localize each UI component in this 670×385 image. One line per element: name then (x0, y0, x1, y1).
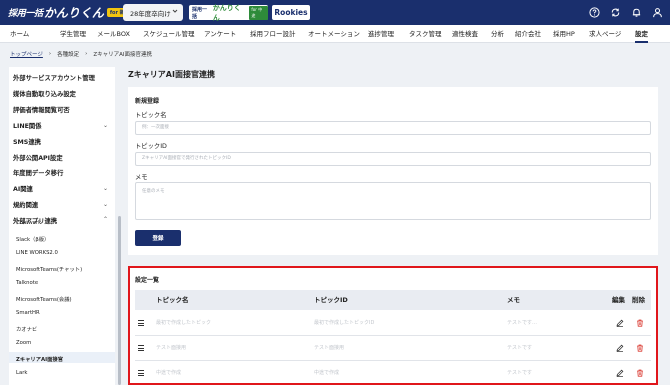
sidebar-sub-zoom[interactable]: Zoom (16, 340, 31, 346)
sidebar-sub-slack[interactable]: Slack（β版） (16, 235, 49, 243)
nav-recruit-hp[interactable]: 採用HP (553, 25, 575, 43)
user-icon[interactable] (651, 6, 664, 19)
highlight-annotation-box (128, 266, 658, 385)
logo-text-1: 採用一括 (8, 9, 43, 19)
breadcrumb-settings[interactable]: 各種設定 (57, 50, 79, 58)
breadcrumb-separator-icon: › (85, 51, 88, 57)
rookies-banner[interactable]: Rookies (272, 5, 310, 20)
sidebar-scrollbar[interactable] (118, 216, 121, 385)
help-icon[interactable] (588, 6, 601, 19)
nav-agencies[interactable]: 紹介会社 (515, 25, 541, 43)
header-icons (588, 6, 664, 19)
nav-automation[interactable]: オートメーション (308, 25, 360, 43)
sidebar-item-media-import[interactable]: 媒体自動取り込み設定 (13, 89, 76, 98)
nav-progress[interactable]: 進捗管理 (368, 25, 394, 43)
sidebar-sub-lineworks[interactable]: LINE WORKS2.0 (16, 250, 58, 256)
sidebar-sub-teams-meeting[interactable]: MicrosoftTeams(会議) (16, 295, 72, 303)
sidebar-sub-zcareer-ai-active[interactable]: ZキャリアAI面接官 (16, 355, 63, 363)
register-section-title: 新規登録 (135, 98, 160, 105)
sidebar-item-data-migration[interactable]: 年度間データ移行 (13, 168, 63, 177)
sidebar-sub-lark[interactable]: Lark (16, 370, 27, 376)
topic-name-label: トピック名 (135, 112, 167, 119)
sidebar-item-sms[interactable]: SMS連携 (13, 137, 41, 146)
sidebar-item-external-accounts[interactable]: 外部サービスアカウント管理 (13, 73, 95, 82)
nav-students[interactable]: 学生管理 (60, 25, 86, 43)
nav-tasks[interactable]: タスク管理 (409, 25, 442, 43)
main-nav: ホーム 学生管理 メールBOX スケジュール管理 アンケート 採用フロー設計 オ… (0, 25, 670, 43)
register-card (128, 87, 658, 255)
breadcrumb: トップページ › 各種設定 › ZキャリアAI面接官連携 (10, 50, 152, 58)
register-button[interactable]: 登録 (135, 230, 181, 246)
sidebar-sub-chatwork[interactable]: Chatwork (16, 220, 41, 226)
year-select[interactable]: 28年度卒向け (123, 4, 183, 21)
nav-mailbox[interactable]: メールBOX (97, 25, 130, 43)
banner1-text-2: かんりくん (212, 3, 241, 22)
topic-id-input[interactable]: ZキャリアAI面接官で発行されたトピックID (135, 152, 651, 166)
rookies-text: Rookies (274, 8, 308, 17)
sidebar-sub-talknote[interactable]: Talknote (16, 280, 38, 286)
nav-job-page[interactable]: 求人ページ (589, 25, 621, 43)
memo-label: メモ (135, 174, 148, 181)
nav-schedule[interactable]: スケジュール管理 (143, 25, 195, 43)
topic-name-input[interactable]: 例：一次面接 (135, 121, 651, 135)
sidebar-sub-teams-chat[interactable]: MicrosoftTeams(チャット) (16, 265, 82, 273)
memo-textarea[interactable]: 任意のメモ (135, 182, 651, 220)
breadcrumb-current: ZキャリアAI面接官連携 (93, 52, 152, 58)
topic-id-label: トピックID (135, 143, 167, 150)
banner1-tag: for 中途 (249, 5, 268, 20)
app-logo[interactable]: 採用一括 かんりくん for 新卒 (8, 4, 133, 21)
breadcrumb-top[interactable]: トップページ (10, 50, 43, 58)
nav-aptitude[interactable]: 適性検査 (452, 25, 478, 43)
sidebar-item-public-api[interactable]: 外部公開API設定 (13, 153, 63, 162)
nav-recruit-flow[interactable]: 採用フロー設計 (250, 25, 296, 43)
settings-sidebar: 外部サービスアカウント管理 媒体自動取り込み設定 評価者情報閲覧可否 LINE関… (9, 67, 115, 385)
sidebar-item-line[interactable]: LINE関係 (13, 121, 42, 130)
sidebar-sub-kaonavi[interactable]: カオナビ (16, 325, 37, 333)
chevron-down-icon: ⌄ (102, 201, 108, 208)
sync-icon[interactable] (609, 6, 622, 19)
chuto-product-banner[interactable]: 採用一括 かんりくん for 中途 (189, 3, 268, 22)
sidebar-sub-smarthr[interactable]: SmartHR (16, 310, 40, 316)
nav-settings[interactable]: 設定 (635, 25, 648, 43)
chevron-down-icon: ⌄ (102, 185, 108, 192)
nav-home[interactable]: ホーム (10, 25, 29, 43)
sidebar-item-ai[interactable]: AI関連 (13, 184, 33, 193)
nav-survey[interactable]: アンケート (204, 25, 236, 43)
sidebar-item-terms[interactable]: 規約関連 (13, 200, 38, 209)
sidebar-item-evaluator-access[interactable]: 評価者情報閲覧可否 (13, 105, 70, 114)
top-header: 採用一括 かんりくん for 新卒 28年度卒向け 採用一括 かんりくん for… (0, 0, 670, 25)
bell-icon[interactable] (630, 6, 643, 19)
year-select-value: 28年度卒向け (130, 9, 171, 18)
banner1-text-1: 採用一括 (192, 6, 208, 20)
chevron-up-icon: ⌃ (102, 216, 108, 223)
logo-text-2: かんりくん (43, 6, 104, 20)
chevron-down-icon (172, 8, 178, 16)
breadcrumb-separator-icon: › (48, 51, 52, 57)
chevron-down-icon: ⌄ (102, 122, 108, 129)
nav-analytics[interactable]: 分析 (491, 25, 504, 43)
page-title: ZキャリアAI面接官連携 (128, 70, 215, 79)
